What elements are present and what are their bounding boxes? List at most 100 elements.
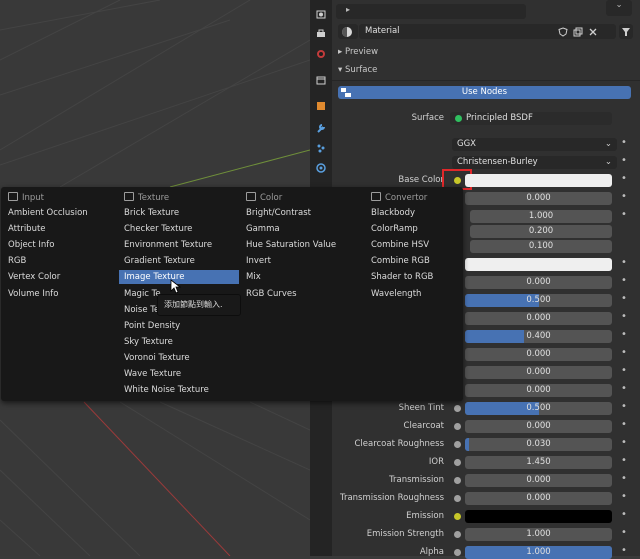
- socket-icon[interactable]: [454, 477, 461, 484]
- kebab-menu-icon[interactable]: •: [621, 401, 627, 412]
- anisotropic-field[interactable]: 0.000: [465, 348, 612, 361]
- distribution-dropdown[interactable]: GGX ⌄: [452, 138, 617, 151]
- sheen-field[interactable]: 0.000: [465, 384, 612, 397]
- kebab-menu-icon[interactable]: •: [621, 455, 627, 466]
- tab-collection[interactable]: [313, 72, 329, 88]
- menu-item-texture[interactable]: Point Density: [119, 319, 239, 333]
- socket-icon[interactable]: [454, 405, 461, 412]
- menu-item-color[interactable]: Hue Saturation Value: [241, 238, 363, 252]
- value-field[interactable]: 0.000: [465, 492, 612, 505]
- material-browse-button[interactable]: [338, 24, 358, 39]
- top-strip[interactable]: ▸: [336, 4, 526, 19]
- tab-physics[interactable]: [313, 160, 329, 176]
- menu-item-color[interactable]: RGB Curves: [241, 287, 363, 301]
- kebab-menu-icon[interactable]: •: [621, 383, 627, 394]
- kebab-menu-icon[interactable]: •: [621, 173, 627, 184]
- menu-item-texture[interactable]: Wave Texture: [119, 367, 239, 381]
- socket-icon[interactable]: [454, 459, 461, 466]
- menu-item-texture[interactable]: Voronoi Texture: [119, 351, 239, 365]
- tab-particles[interactable]: [313, 140, 329, 156]
- menu-item-texture[interactable]: Environment Texture: [119, 238, 239, 252]
- kebab-menu-icon[interactable]: •: [621, 347, 627, 358]
- kebab-menu-icon[interactable]: •: [621, 191, 627, 202]
- duplicate-icon[interactable]: [573, 27, 583, 37]
- base-color-swatch[interactable]: [465, 174, 612, 187]
- subsurface-radius-y-field[interactable]: 0.200: [470, 225, 612, 238]
- menu-item-color[interactable]: Bright/Contrast: [241, 206, 363, 220]
- value-field[interactable]: 0.000: [465, 420, 612, 433]
- tab-object[interactable]: [313, 98, 329, 114]
- value-field[interactable]: 0.500: [465, 402, 612, 415]
- dropdown-toggle[interactable]: ⌄: [606, 0, 632, 16]
- menu-item-texture[interactable]: Checker Texture: [119, 222, 239, 236]
- value-field[interactable]: [465, 510, 612, 523]
- menu-item-input[interactable]: RGB: [3, 254, 113, 268]
- value-field[interactable]: 1.000: [465, 546, 612, 559]
- kebab-menu-icon[interactable]: •: [621, 209, 627, 220]
- menu-item-input[interactable]: Vertex Color: [3, 270, 113, 284]
- anisotropic-rotation-field[interactable]: 0.000: [465, 366, 612, 379]
- kebab-menu-icon[interactable]: •: [621, 545, 627, 556]
- kebab-menu-icon[interactable]: •: [621, 275, 627, 286]
- socket-icon[interactable]: [454, 423, 461, 430]
- subsurface-color-swatch[interactable]: [465, 258, 612, 271]
- filter-button[interactable]: [619, 24, 633, 39]
- close-icon[interactable]: [588, 27, 598, 37]
- metallic-field[interactable]: 0.000: [465, 276, 612, 289]
- specular-field[interactable]: 0.500: [465, 294, 612, 307]
- kebab-menu-icon[interactable]: •: [621, 365, 627, 376]
- menu-item-input[interactable]: Object Info: [3, 238, 113, 252]
- menu-item-convertor[interactable]: Combine HSV: [366, 238, 458, 252]
- menu-item-input[interactable]: Volume Info: [3, 287, 113, 301]
- menu-item-texture[interactable]: Gradient Texture: [119, 254, 239, 268]
- menu-item-color[interactable]: Gamma: [241, 222, 363, 236]
- value-field[interactable]: 1.450: [465, 456, 612, 469]
- tab-modifiers[interactable]: [313, 120, 329, 136]
- socket-icon[interactable]: [454, 513, 461, 520]
- socket-icon[interactable]: [454, 441, 461, 448]
- kebab-menu-icon[interactable]: •: [621, 155, 627, 166]
- surface-shader-selector[interactable]: Principled BSDF: [450, 112, 612, 125]
- subsurface-radius-z-field[interactable]: 0.100: [470, 240, 612, 253]
- kebab-menu-icon[interactable]: •: [621, 329, 627, 340]
- kebab-menu-icon[interactable]: •: [621, 137, 627, 148]
- value-field[interactable]: 0.000: [465, 474, 612, 487]
- menu-item-convertor[interactable]: Wavelength: [366, 287, 458, 301]
- menu-item-input[interactable]: Ambient Occlusion: [3, 206, 113, 220]
- menu-item-color[interactable]: Invert: [241, 254, 363, 268]
- kebab-menu-icon[interactable]: •: [621, 491, 627, 502]
- kebab-menu-icon[interactable]: •: [621, 473, 627, 484]
- menu-item-convertor[interactable]: ColorRamp: [366, 222, 458, 236]
- kebab-menu-icon[interactable]: •: [621, 509, 627, 520]
- tab-output[interactable]: [313, 26, 329, 42]
- socket-icon[interactable]: [454, 495, 461, 502]
- surface-section-header[interactable]: ▾ Surface: [338, 65, 377, 75]
- menu-item-convertor[interactable]: Blackbody: [366, 206, 458, 220]
- menu-item-convertor[interactable]: Shader to RGB: [366, 270, 458, 284]
- socket-icon[interactable]: [454, 549, 461, 556]
- menu-item-texture[interactable]: Sky Texture: [119, 335, 239, 349]
- fake-user-shield-icon[interactable]: [558, 27, 568, 37]
- menu-item-input[interactable]: Attribute: [3, 222, 113, 236]
- subsurface-method-dropdown[interactable]: Christensen-Burley ⌄: [452, 156, 617, 169]
- tab-world[interactable]: [313, 46, 329, 62]
- use-nodes-button[interactable]: Use Nodes: [338, 86, 631, 99]
- roughness-field[interactable]: 0.400: [465, 330, 612, 343]
- kebab-menu-icon[interactable]: •: [621, 419, 627, 430]
- socket-icon[interactable]: [454, 531, 461, 538]
- kebab-menu-icon[interactable]: •: [621, 293, 627, 304]
- value-field[interactable]: 0.030: [465, 438, 612, 451]
- material-name-field[interactable]: Material: [359, 24, 559, 39]
- menu-item-texture[interactable]: Brick Texture: [119, 206, 239, 220]
- preview-section-header[interactable]: ▸ Preview: [338, 47, 378, 57]
- kebab-menu-icon[interactable]: •: [621, 311, 627, 322]
- kebab-menu-icon[interactable]: •: [621, 527, 627, 538]
- menu-item-convertor[interactable]: Combine RGB: [366, 254, 458, 268]
- specular-tint-field[interactable]: 0.000: [465, 312, 612, 325]
- tab-render[interactable]: [313, 6, 329, 22]
- menu-item-texture[interactable]: White Noise Texture: [119, 383, 239, 397]
- subsurface-field[interactable]: 0.000: [465, 192, 612, 205]
- value-field[interactable]: 1.000: [465, 528, 612, 541]
- menu-item-color[interactable]: Mix: [241, 270, 363, 284]
- subsurface-radius-x-field[interactable]: 1.000: [470, 210, 612, 223]
